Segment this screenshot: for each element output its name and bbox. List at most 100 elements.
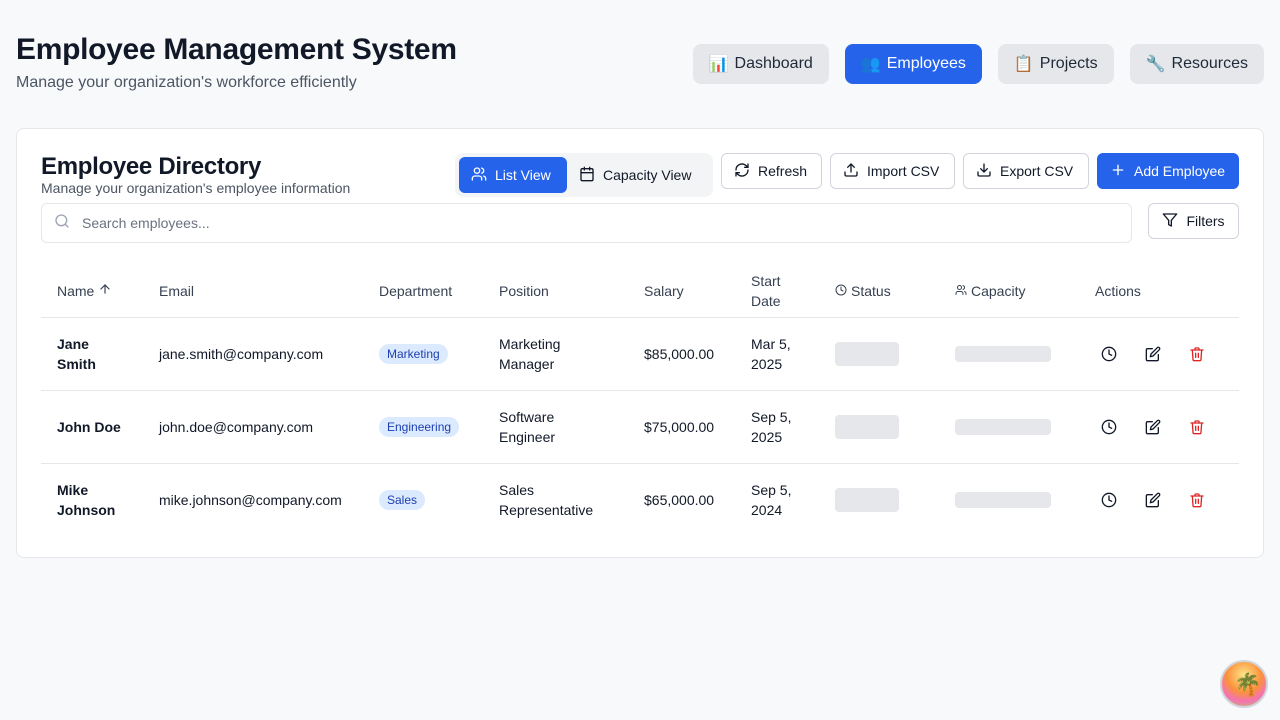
start-date-text: Sep 5, 2024: [751, 481, 792, 518]
trash-icon[interactable]: [1187, 417, 1207, 437]
employee-department: Marketing: [363, 317, 483, 391]
nav-projects-button[interactable]: 📋 Projects: [997, 44, 1114, 84]
nav-dashboard-button[interactable]: 📊 Dashboard: [692, 44, 829, 84]
column-header-capacity[interactable]: Capacity: [939, 265, 1079, 318]
clock-icon[interactable]: [1099, 344, 1119, 364]
employee-capacity: [939, 317, 1079, 391]
nav-resources-button[interactable]: 🔧 Resources: [1129, 44, 1264, 84]
top-nav: 📊 Dashboard 👥 Employees 📋 Projects 🔧 Res…: [692, 44, 1264, 84]
table-row: Jane Smith jane.smith@company.com Market…: [41, 317, 1239, 391]
clipboard-icon: 📋: [1013, 56, 1034, 73]
employee-email: jane.smith@company.com: [143, 317, 363, 391]
employee-capacity: [939, 390, 1079, 464]
employee-name: John Doe: [41, 390, 143, 464]
position-text: Sales Representative: [499, 481, 594, 518]
clock-icon[interactable]: [1099, 417, 1119, 437]
employee-department: Engineering: [363, 390, 483, 464]
app-title: Employee Management System: [16, 33, 457, 66]
capacity-view-button[interactable]: Capacity View: [567, 157, 703, 193]
palm-tree-icon: 🌴: [1234, 672, 1262, 697]
capacity-header-label: Capacity: [971, 282, 1026, 299]
edit-icon[interactable]: [1143, 490, 1163, 510]
assistant-avatar-button[interactable]: 🌴: [1220, 660, 1268, 708]
employee-position: Sales Representative: [483, 463, 628, 536]
start-date-text: Sep 5, 2025: [751, 408, 792, 445]
trash-icon[interactable]: [1187, 344, 1207, 364]
app-subtitle: Manage your organization's workforce eff…: [16, 74, 357, 91]
edit-icon[interactable]: [1143, 344, 1163, 364]
refresh-label: Refresh: [758, 163, 808, 179]
column-header-start-date[interactable]: Start Date: [735, 265, 819, 318]
employee-salary: $75,000.00: [628, 390, 735, 464]
employee-department: Sales: [363, 463, 483, 536]
status-placeholder: [835, 341, 899, 366]
employee-email: mike.johnson@company.com: [159, 491, 342, 508]
column-header-department[interactable]: Department: [363, 265, 483, 318]
nav-projects-label: Projects: [1039, 55, 1098, 72]
table-row: John Doe john.doe@company.com Engineerin…: [41, 390, 1239, 464]
employee-salary: $65,000.00: [644, 491, 715, 508]
list-view-button[interactable]: List View: [459, 157, 567, 193]
employee-actions: [1079, 390, 1239, 464]
capacity-placeholder: [955, 418, 1051, 435]
department-badge: Sales: [379, 490, 426, 511]
employee-status: [819, 390, 939, 464]
capacity-placeholder: [955, 345, 1051, 362]
refresh-icon: [734, 162, 750, 181]
edit-icon[interactable]: [1143, 417, 1163, 437]
calendar-icon: [579, 166, 595, 185]
employee-capacity: [939, 463, 1079, 536]
upload-icon: [843, 162, 859, 181]
refresh-button[interactable]: Refresh: [721, 153, 822, 189]
users-icon: [955, 281, 967, 301]
add-employee-button[interactable]: Add Employee: [1097, 153, 1239, 189]
filters-button[interactable]: Filters: [1148, 203, 1239, 239]
employee-name-text: John Doe: [57, 418, 121, 435]
list-view-label: List View: [495, 167, 551, 183]
employee-name: Mike Johnson: [41, 463, 143, 536]
directory-title: Employee Directory: [41, 153, 262, 180]
export-csv-button[interactable]: Export CSV: [963, 153, 1089, 189]
column-header-name[interactable]: Name: [41, 265, 143, 318]
clock-icon[interactable]: [1099, 490, 1119, 510]
column-header-actions: Actions: [1079, 265, 1239, 318]
status-placeholder: [835, 414, 899, 439]
capacity-placeholder: [955, 491, 1051, 508]
employee-directory-card: Employee Directory Manage your organizat…: [16, 128, 1264, 558]
export-csv-label: Export CSV: [1000, 163, 1074, 179]
employee-salary: $85,000.00: [628, 317, 735, 391]
employee-name: Jane Smith: [41, 317, 143, 391]
column-header-position[interactable]: Position: [483, 265, 628, 318]
employee-start-date: Sep 5, 2025: [735, 390, 819, 464]
employee-email: john.doe@company.com: [143, 390, 363, 464]
search-box: [41, 203, 1132, 243]
trash-icon[interactable]: [1187, 490, 1207, 510]
start-date-header-label: Start Date: [751, 272, 781, 309]
employee-name-text: Mike Johnson: [57, 481, 116, 518]
table-header-row: Name Email Department Position Salary St…: [41, 265, 1239, 318]
search-input[interactable]: [82, 215, 982, 231]
plus-icon: [1110, 162, 1126, 181]
nav-resources-label: Resources: [1171, 55, 1248, 72]
capacity-view-label: Capacity View: [603, 167, 692, 183]
position-text: Marketing Manager: [499, 335, 561, 372]
download-icon: [976, 162, 992, 181]
name-header-label: Name: [57, 282, 95, 299]
nav-dashboard-label: Dashboard: [734, 55, 813, 72]
employee-status: [819, 317, 939, 391]
directory-subtitle: Manage your organization's employee info…: [41, 180, 351, 196]
employee-start-date: Sep 5, 2024: [735, 463, 819, 536]
column-header-salary[interactable]: Salary: [628, 265, 735, 318]
import-csv-button[interactable]: Import CSV: [830, 153, 955, 189]
employee-start-date: Mar 5, 2025: [735, 317, 819, 391]
status-placeholder: [835, 487, 899, 512]
chart-icon: 📊: [708, 56, 729, 73]
nav-employees-button[interactable]: 👥 Employees: [844, 44, 982, 84]
table-row: Mike Johnson mike.johnson@company.com Sa…: [41, 463, 1239, 536]
column-header-email[interactable]: Email: [143, 265, 363, 318]
people-icon: 👥: [860, 56, 881, 73]
column-header-status[interactable]: Status: [819, 265, 939, 318]
employee-status: [819, 463, 939, 536]
employee-actions: [1079, 463, 1239, 536]
nav-employees-label: Employees: [886, 55, 966, 72]
